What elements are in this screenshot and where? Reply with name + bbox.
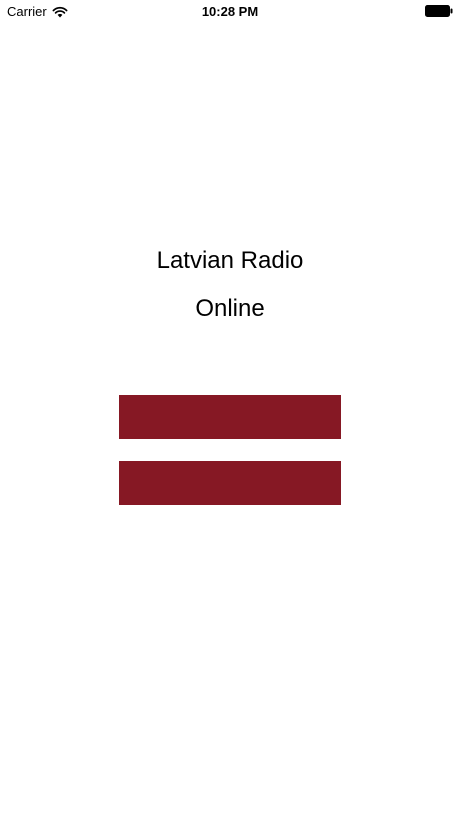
battery-icon [425, 5, 453, 17]
flag-stripe-bottom [119, 461, 341, 505]
status-bar: Carrier 10:28 PM [0, 0, 460, 24]
status-time: 10:28 PM [201, 4, 259, 19]
app-title-line-2: Online [195, 295, 265, 322]
app-title-line-1: Latvian Radio [156, 247, 304, 274]
flag-stripe-top [119, 395, 341, 439]
